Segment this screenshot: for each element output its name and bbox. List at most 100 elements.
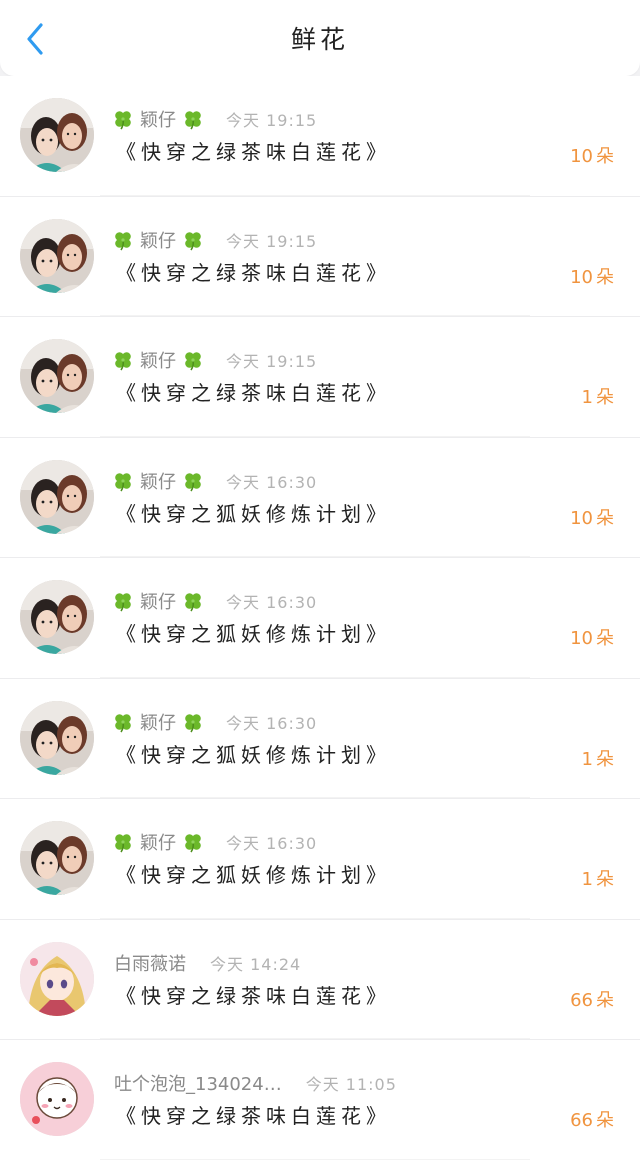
avatar-image — [20, 941, 94, 1016]
flower-count: 1朵 — [582, 383, 614, 409]
sender-name: 白雨薇诺 — [114, 953, 186, 975]
flower-count-unit: 朵 — [596, 989, 614, 1011]
sender-meta: 颖仔 今天 16:30 — [112, 709, 317, 735]
flower-count-unit: 朵 — [596, 146, 614, 167]
avatar[interactable] — [20, 459, 94, 534]
flower-count-value: 1 — [581, 748, 593, 770]
flower-count-value: 10 — [570, 146, 593, 167]
book-title: 《快穿之狐妖修炼计划》 — [116, 622, 391, 646]
list-item[interactable]: 颖仔 今天 19:15 《快穿之绿茶味白莲花》 10 朵 — [0, 76, 640, 196]
sender-meta: 吐个泡泡_134024… 今天 11:05 — [112, 1070, 397, 1096]
clover-icon — [115, 593, 131, 612]
list-item[interactable]: 颖仔 今天 19:15 《快穿之绿茶味白莲花》 10 朵 — [0, 195, 640, 316]
avatar[interactable] — [20, 1062, 94, 1136]
timestamp: 今天 11:05 — [305, 1075, 397, 1094]
sender-meta: 颖仔 今天 16:30 — [112, 588, 317, 614]
clover-icon — [185, 111, 201, 130]
list-item[interactable]: 白雨薇诺 今天 14:24 《快穿之绿茶味白莲花》 66 朵 — [0, 918, 640, 1039]
sender-meta: 颖仔 今天 16:30 — [112, 829, 317, 855]
flower-count-unit: 朵 — [596, 507, 614, 529]
book-title: 《快穿之狐妖修炼计划》 — [116, 742, 391, 767]
avatar[interactable] — [20, 941, 94, 1016]
timestamp: 今天 19:15 — [226, 231, 318, 251]
sender-meta: 白雨薇诺 今天 14:24 — [112, 950, 301, 976]
flower-count: 1朵 — [582, 745, 614, 771]
timestamp: 今天 14:24 — [210, 954, 302, 974]
clover-icon — [185, 834, 201, 853]
list-item[interactable]: 颖仔 今天 19:15 《快穿之绿茶味白莲花》 1 朵 — [0, 316, 640, 437]
flower-count-value: 10 — [570, 507, 593, 529]
avatar-image — [20, 1062, 94, 1136]
list-item[interactable]: 颖仔 今天 16:30 《快穿之狐妖修炼计划》 10 朵 — [0, 436, 640, 557]
book-title: 《快穿之绿茶味白莲花》 — [116, 140, 391, 164]
flower-count: 10 朵 — [570, 263, 614, 289]
flower-count-value: 1 — [581, 387, 593, 408]
flower-count-unit: 朵 — [596, 1110, 614, 1131]
sender-name: 颖仔 — [140, 471, 176, 493]
avatar[interactable] — [20, 339, 94, 413]
timestamp: 今天 16:30 — [226, 472, 318, 492]
sender-name: 颖仔 — [140, 833, 176, 854]
flower-count: 1朵 — [582, 865, 614, 891]
flower-count: 10 朵 — [570, 504, 614, 530]
list-item[interactable]: 吐个泡泡_134024… 今天 11:05 《快穿之绿茶味白莲花》 66 朵 — [0, 1039, 640, 1160]
flower-count: 66 朵 — [570, 1106, 614, 1132]
list-item[interactable]: 颖仔 今天 16:30 《快穿之狐妖修炼计划》 1 朵 — [0, 798, 640, 919]
flower-count-value: 10 — [570, 628, 593, 649]
divider — [100, 1158, 530, 1160]
flower-record-list: 颖仔 今天 19:15 《快穿之绿茶味白莲花》 10 朵颖仔 今天 19:15 《快穿之绿茶… — [0, 76, 640, 1160]
flower-count-unit: 朵 — [596, 869, 614, 890]
timestamp: 今天 16:30 — [226, 593, 318, 612]
avatar-image — [20, 218, 94, 293]
flower-count-value: 66 — [570, 1110, 593, 1131]
avatar[interactable] — [20, 700, 94, 775]
sender-name: 颖仔 — [140, 110, 176, 131]
book-title: 《快穿之绿茶味白莲花》 — [116, 983, 391, 1008]
avatar[interactable] — [20, 821, 94, 895]
list-item[interactable]: 颖仔 今天 16:30 《快穿之狐妖修炼计划》 1 朵 — [0, 677, 640, 798]
clover-icon — [115, 713, 131, 732]
sender-meta: 颖仔 今天 19:15 — [112, 227, 317, 253]
sender-name: 颖仔 — [140, 712, 176, 734]
sender-meta: 颖仔 今天 16:30 — [112, 468, 317, 494]
avatar[interactable] — [20, 218, 94, 293]
timestamp: 今天 19:15 — [226, 352, 318, 371]
flower-count-unit: 朵 — [596, 628, 614, 649]
book-title: 《快穿之绿茶味白莲花》 — [116, 1104, 391, 1128]
avatar-image — [20, 700, 94, 775]
book-title: 《快穿之狐妖修炼计划》 — [116, 501, 391, 526]
sender-name: 吐个泡泡_134024… — [114, 1074, 282, 1095]
avatar-image — [20, 821, 94, 895]
sender-name: 颖仔 — [140, 351, 176, 372]
clover-icon — [185, 713, 201, 732]
flower-count: 10 朵 — [570, 142, 614, 168]
list-item[interactable]: 颖仔 今天 16:30 《快穿之狐妖修炼计划》 10 朵 — [0, 557, 640, 678]
clover-icon — [115, 352, 131, 371]
clover-icon — [115, 231, 131, 250]
flower-count-value: 1 — [581, 869, 593, 890]
clover-icon — [185, 231, 201, 250]
sender-meta: 颖仔 今天 19:15 — [112, 106, 317, 132]
flower-count: 10 朵 — [570, 624, 614, 650]
book-title: 《快穿之绿茶味白莲花》 — [116, 381, 391, 405]
avatar-image — [20, 459, 94, 534]
sender-name: 颖仔 — [140, 592, 176, 613]
flower-count-value: 66 — [570, 989, 593, 1011]
clover-icon — [185, 593, 201, 612]
book-title: 《快穿之狐妖修炼计划》 — [116, 863, 391, 887]
flower-count-unit: 朵 — [596, 266, 614, 288]
avatar-image — [20, 339, 94, 413]
avatar-image — [20, 98, 94, 172]
clover-icon — [115, 472, 131, 491]
timestamp: 今天 16:30 — [226, 713, 318, 733]
flower-count-value: 10 — [570, 266, 593, 288]
clover-icon — [185, 472, 201, 491]
page-title: 鲜花 — [290, 25, 349, 54]
sender-name: 颖仔 — [140, 230, 176, 252]
top-bar: 鲜花 — [0, 0, 640, 76]
timestamp: 今天 16:30 — [226, 834, 318, 853]
book-title: 《快穿之绿茶味白莲花》 — [116, 260, 391, 285]
avatar[interactable] — [20, 98, 94, 172]
sender-meta: 颖仔 今天 19:15 — [112, 347, 317, 373]
avatar[interactable] — [20, 580, 94, 654]
